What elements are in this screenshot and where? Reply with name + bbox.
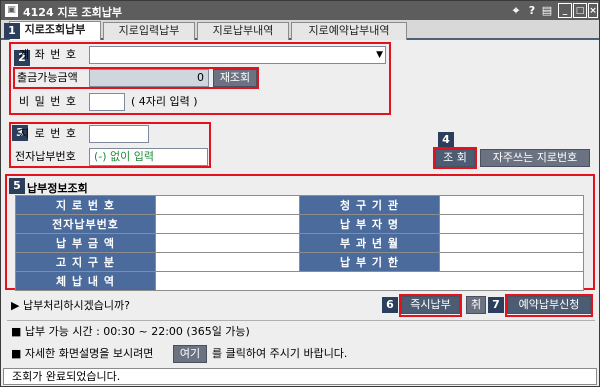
epay-number-label: 전자납부번호 xyxy=(15,150,76,163)
balance-field: 0 xyxy=(89,69,209,87)
table-header-cell: 고 지 구 분 xyxy=(15,252,156,272)
table-header-cell: 부 과 년 월 xyxy=(299,233,440,253)
menu-icon[interactable]: ▤ xyxy=(541,3,553,18)
divider xyxy=(7,320,595,321)
account-number-label: 계 좌 번 호 xyxy=(19,48,77,61)
table-value-cell xyxy=(155,214,300,234)
close-button[interactable]: × xyxy=(588,3,598,18)
table-value-cell xyxy=(439,214,584,234)
table-value-cell xyxy=(439,233,584,253)
payment-hours-note: ■ 납부 가능 시간 : 00:30 ~ 22:00 (365일 가능) xyxy=(11,325,250,338)
table-value-cell xyxy=(155,271,584,291)
help-button[interactable]: ? xyxy=(526,3,538,18)
table-header-cell: 납 부 금 액 xyxy=(15,233,156,253)
chevron-down-icon[interactable]: ▼ xyxy=(376,47,383,63)
table-header-cell: 납 부 자 명 xyxy=(299,214,440,234)
table-row: 전자납부번호 납 부 자 명 xyxy=(15,214,584,234)
maximize-button[interactable]: □ xyxy=(573,3,587,18)
cancel-button[interactable]: 취 xyxy=(466,296,486,314)
badge-7: 7 xyxy=(488,297,504,313)
badge-6: 6 xyxy=(382,297,398,313)
table-row: 체 납 내 역 xyxy=(15,271,584,291)
pin-icon[interactable]: ⌖ xyxy=(509,3,523,18)
badge-4: 4 xyxy=(438,132,454,148)
app-icon: ▣ xyxy=(5,4,18,17)
account-number-select[interactable]: ▼ xyxy=(89,46,386,64)
badge-1: 1 xyxy=(4,23,20,39)
table-value-cell xyxy=(439,195,584,215)
tab-giro-inquiry-payment[interactable]: 지로조회납부 xyxy=(9,21,101,40)
table-value-cell xyxy=(439,252,584,272)
window-title: 4124 지로 조회납부 xyxy=(23,6,122,19)
table-row: 납 부 금 액 부 과 년 월 xyxy=(15,233,584,253)
inquire-button[interactable]: 조 회 xyxy=(435,149,475,167)
tab-giro-reserved-history[interactable]: 지로예약납부내역 xyxy=(291,22,407,40)
payment-info-table: 지 로 번 호 청 구 기 관 전자납부번호 납 부 자 명 납 부 금 액 부… xyxy=(15,195,584,291)
table-row: 지 로 번 호 청 구 기 관 xyxy=(15,195,584,215)
favorite-giro-button[interactable]: 자주쓰는 지로번호 xyxy=(480,149,590,167)
payment-question: ▶ 납부처리하시겠습니까? xyxy=(11,299,130,312)
info-section-title: 납부정보조회 xyxy=(27,182,88,195)
table-value-cell xyxy=(155,252,300,272)
giro-number-input[interactable] xyxy=(89,125,149,143)
giro-number-label: 지 로 번 호 xyxy=(19,127,77,140)
reinquire-button[interactable]: 재조회 xyxy=(213,69,257,87)
balance-label: 출금가능금액 xyxy=(17,71,78,84)
table-header-cell: 지 로 번 호 xyxy=(15,195,156,215)
help-note-suffix: 를 클릭하여 주시기 바랍니다. xyxy=(212,347,348,360)
tab-giro-payment-history[interactable]: 지로납부내역 xyxy=(197,22,289,40)
table-value-cell xyxy=(155,195,300,215)
title-bar: ▣ 4124 지로 조회납부 ⌖ ? ▤ _ □ × xyxy=(1,1,599,20)
minimize-button[interactable]: _ xyxy=(558,3,572,18)
password-label: 비 밀 번 호 xyxy=(19,95,77,108)
tab-bar: 지로조회납부 지로입력납부 지로납부내역 지로예약납부내역 xyxy=(1,20,599,40)
help-link-button[interactable]: 여기 xyxy=(173,345,207,363)
status-bar: 조회가 완료되었습니다. xyxy=(3,368,597,385)
epay-number-input[interactable]: (-) 없이 입력 xyxy=(89,148,208,166)
table-header-cell: 청 구 기 관 xyxy=(299,195,440,215)
password-input[interactable] xyxy=(89,93,125,111)
reserve-payment-button[interactable]: 예약납부신청 xyxy=(507,296,591,314)
table-value-cell xyxy=(155,233,300,253)
pay-now-button[interactable]: 즉시납부 xyxy=(401,296,460,314)
table-row: 고 지 구 분 납 부 기 한 xyxy=(15,252,584,272)
app-window: ▣ 4124 지로 조회납부 ⌖ ? ▤ _ □ × 지로조회납부 지로입력납부… xyxy=(0,0,600,387)
table-header-cell: 전자납부번호 xyxy=(15,214,156,234)
table-header-cell: 체 납 내 역 xyxy=(15,271,156,291)
table-header-cell: 납 부 기 한 xyxy=(299,252,440,272)
tab-giro-input-payment[interactable]: 지로입력납부 xyxy=(103,22,195,40)
password-hint: ( 4자리 입력 ) xyxy=(131,95,198,108)
badge-5: 5 xyxy=(9,178,25,194)
help-note-prefix: ■ 자세한 화면설명을 보시려면 xyxy=(11,347,154,360)
